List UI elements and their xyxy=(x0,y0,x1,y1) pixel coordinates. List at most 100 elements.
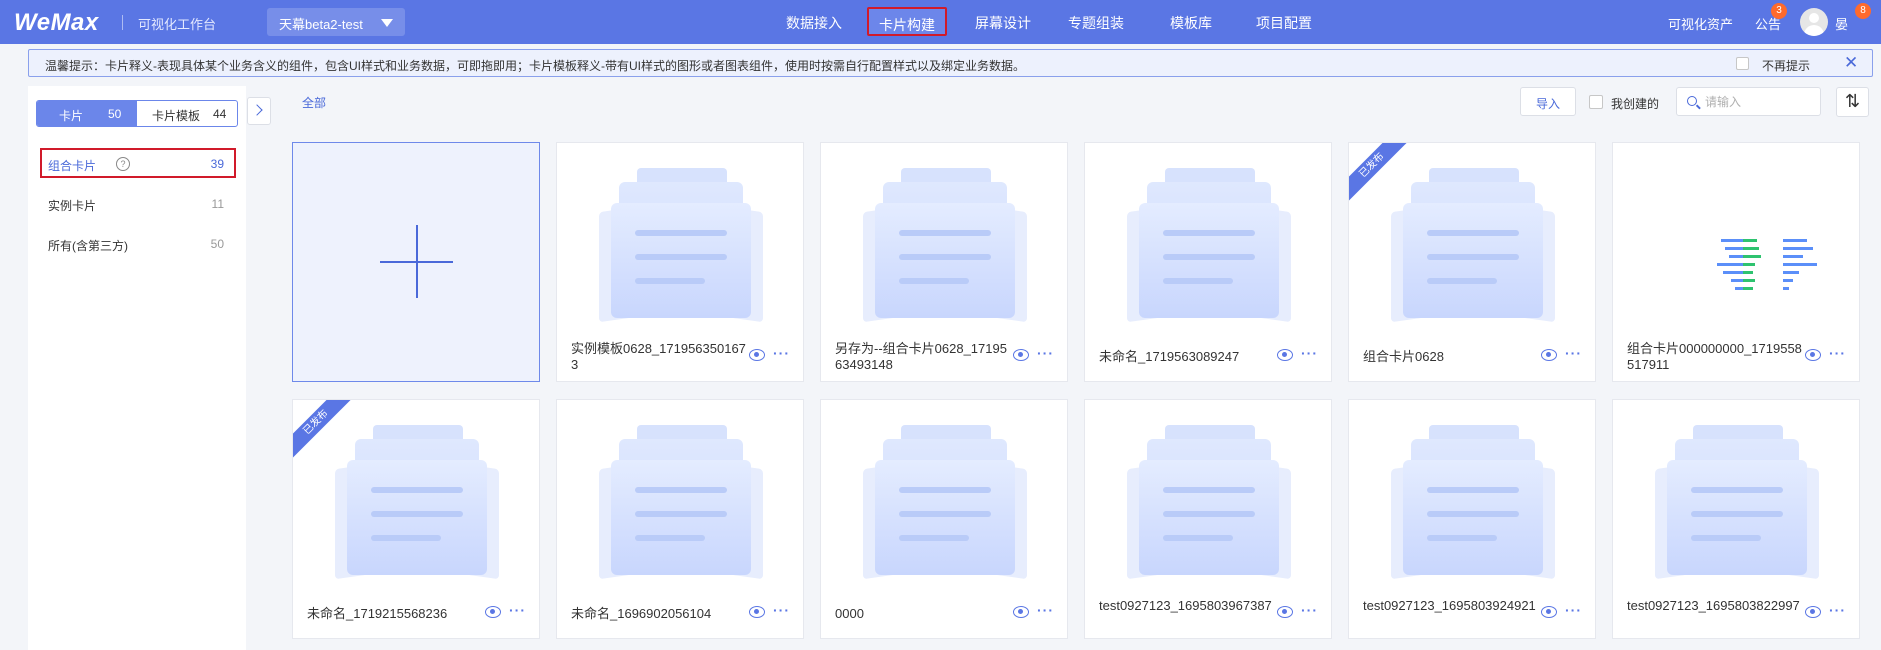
category-count: 11 xyxy=(211,197,224,211)
preview-eye-icon[interactable] xyxy=(749,606,765,618)
chevron-right-icon xyxy=(251,104,263,116)
preview-eye-icon[interactable] xyxy=(1805,606,1821,618)
folder-line xyxy=(635,487,727,493)
folder-line xyxy=(635,278,705,284)
published-label: 已发布 xyxy=(1349,143,1409,203)
folder-line xyxy=(1163,254,1255,260)
logo-divider xyxy=(122,15,123,30)
card-item[interactable]: 0000 ··· xyxy=(820,399,1068,639)
folder-line xyxy=(371,535,441,541)
project-select[interactable]: 天幕beta2-test xyxy=(267,8,405,36)
nav-card-build[interactable]: 卡片构建 xyxy=(867,7,947,36)
category-combined-cards[interactable]: 组合卡片 ? 39 xyxy=(40,148,236,178)
card-item[interactable]: 组合卡片000000000_1719558517911 ··· xyxy=(1612,142,1860,382)
no-show-checkbox[interactable] xyxy=(1736,57,1749,70)
no-show-label[interactable]: 不再提示 xyxy=(1762,57,1810,74)
folder-line xyxy=(1427,535,1497,541)
close-icon[interactable]: ✕ xyxy=(1844,53,1858,73)
preview-eye-icon[interactable] xyxy=(749,349,765,361)
category-instance-cards[interactable]: 实例卡片 11 xyxy=(40,188,236,218)
more-icon[interactable]: ··· xyxy=(1565,602,1582,618)
more-icon[interactable]: ··· xyxy=(1037,602,1054,618)
search-icon xyxy=(1687,96,1697,106)
mini-chart-bar xyxy=(1783,279,1793,282)
preview-eye-icon[interactable] xyxy=(1277,606,1293,618)
tab-card-templates-count: 44 xyxy=(213,107,227,121)
preview-eye-icon[interactable] xyxy=(485,606,501,618)
import-button[interactable]: 导入 xyxy=(1520,87,1576,116)
folder-line xyxy=(1427,511,1519,517)
more-icon[interactable]: ··· xyxy=(1037,345,1054,361)
preview-eye-icon[interactable] xyxy=(1013,349,1029,361)
folder-line xyxy=(1163,278,1233,284)
created-by-me-label[interactable]: 我创建的 xyxy=(1611,95,1659,112)
user-name[interactable]: 晏 xyxy=(1835,14,1848,33)
card-item[interactable]: 已发布 组合卡片0628 ··· xyxy=(1348,142,1596,382)
created-by-me-checkbox[interactable] xyxy=(1589,95,1603,109)
preview-eye-icon[interactable] xyxy=(1277,349,1293,361)
avatar[interactable] xyxy=(1800,8,1828,36)
folder-thumbnail xyxy=(1125,168,1293,323)
nav-topic-assembly[interactable]: 专题组装 xyxy=(1068,13,1124,33)
category-all[interactable]: 所有(含第三方) 50 xyxy=(40,228,236,258)
top-nav-bar: WeMax 可视化工作台 天幕beta2-test 数据接入 卡片构建 屏幕设计… xyxy=(0,0,1881,44)
nav-project-config[interactable]: 项目配置 xyxy=(1256,13,1312,33)
folder-line xyxy=(899,230,991,236)
category-label: 实例卡片 xyxy=(48,199,97,213)
preview-eye-icon[interactable] xyxy=(1013,606,1029,618)
folder-line xyxy=(899,511,991,517)
filter-all-link[interactable]: 全部 xyxy=(302,94,326,111)
folder-line xyxy=(1427,254,1519,260)
folder-line xyxy=(1427,230,1519,236)
card-item[interactable]: 未命名_1696902056104 ··· xyxy=(556,399,804,639)
preview-eye-icon[interactable] xyxy=(1541,606,1557,618)
new-card-button[interactable] xyxy=(292,142,540,382)
folder-line xyxy=(1427,487,1519,493)
more-icon[interactable]: ··· xyxy=(1301,602,1318,618)
mini-chart-bar xyxy=(1783,271,1799,274)
card-item[interactable]: test0927123_1695803967387 ··· xyxy=(1084,399,1332,639)
help-icon[interactable]: ? xyxy=(116,157,130,171)
card-item[interactable]: 已发布 未命名_1719215568236 ··· xyxy=(292,399,540,639)
card-item[interactable]: 实例模板0628_1719563501673 ··· xyxy=(556,142,804,382)
card-name: 组合卡片000000000_1719558517911 xyxy=(1627,341,1802,372)
folder-front xyxy=(347,460,487,575)
more-icon[interactable]: ··· xyxy=(1829,602,1846,618)
sort-button[interactable]: ⇅ xyxy=(1836,87,1869,117)
left-panel: 卡片 50 卡片模板 44 组合卡片 ? 39 实例卡片 11 所有(含第三方)… xyxy=(28,86,246,650)
mini-chart-bar xyxy=(1743,263,1755,266)
card-item[interactable]: test0927123_1695803924921 ··· xyxy=(1348,399,1596,639)
more-icon[interactable]: ··· xyxy=(1301,345,1318,361)
preview-eye-icon[interactable] xyxy=(1541,349,1557,361)
expand-panel-button[interactable] xyxy=(247,97,271,125)
published-label: 已发布 xyxy=(293,400,353,460)
nav-template-library[interactable]: 模板库 xyxy=(1170,13,1212,33)
more-icon[interactable]: ··· xyxy=(509,602,526,618)
nav-data-access[interactable]: 数据接入 xyxy=(786,13,842,33)
preview-eye-icon[interactable] xyxy=(1805,349,1821,361)
folder-front xyxy=(875,460,1015,575)
folder-front xyxy=(1667,460,1807,575)
avatar-head xyxy=(1809,13,1819,23)
tab-card-templates[interactable]: 卡片模板 44 xyxy=(137,101,237,126)
card-item[interactable]: test0927123_1695803822997 ··· xyxy=(1612,399,1860,639)
logo[interactable]: WeMax xyxy=(14,9,99,37)
mini-chart-bar xyxy=(1731,279,1743,282)
visual-assets-link[interactable]: 可视化资产 xyxy=(1668,14,1733,33)
search-input[interactable] xyxy=(1705,93,1815,111)
more-icon[interactable]: ··· xyxy=(773,602,790,618)
folder-line xyxy=(899,278,969,284)
more-icon[interactable]: ··· xyxy=(1565,345,1582,361)
more-icon[interactable]: ··· xyxy=(773,345,790,361)
folder-line xyxy=(899,535,969,541)
notice-badge: 3 xyxy=(1771,3,1787,19)
tab-cards[interactable]: 卡片 50 xyxy=(37,101,137,126)
nav-screen-design[interactable]: 屏幕设计 xyxy=(975,13,1031,33)
card-item[interactable]: 未命名_1719563089247 ··· xyxy=(1084,142,1332,382)
folder-front xyxy=(1139,203,1279,318)
folder-front xyxy=(611,203,751,318)
more-icon[interactable]: ··· xyxy=(1829,345,1846,361)
card-name: 另存为--组合卡片0628_1719563493148 xyxy=(835,341,1007,372)
card-item[interactable]: 另存为--组合卡片0628_1719563493148 ··· xyxy=(820,142,1068,382)
card-name: 未命名_1719563089247 xyxy=(1099,349,1240,364)
